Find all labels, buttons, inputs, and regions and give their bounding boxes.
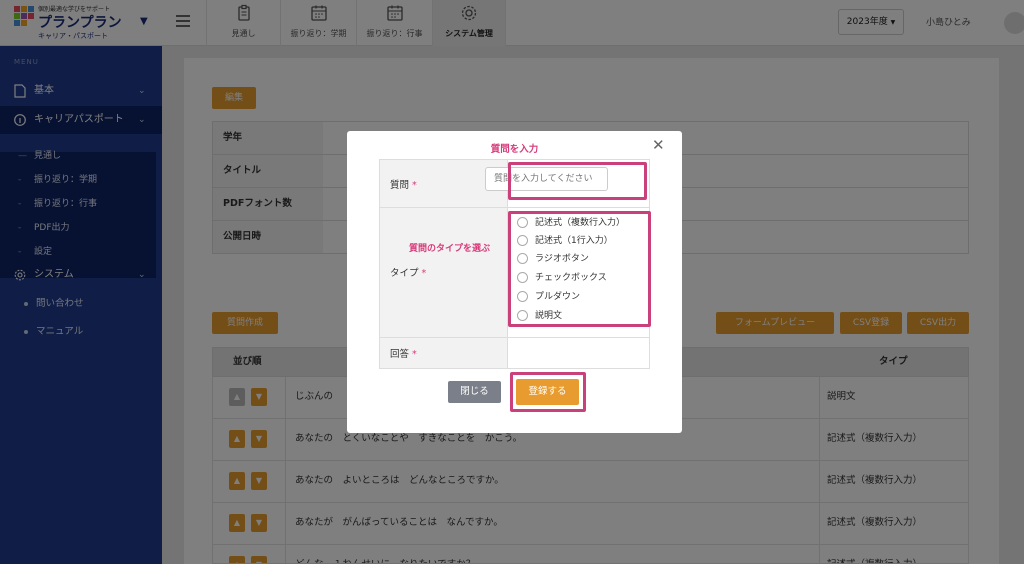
answer-value-cell[interactable] — [508, 338, 649, 368]
answer-label: 回答 * — [390, 346, 417, 360]
question-label-text: 質問 — [390, 180, 410, 191]
type-label: タイプ * — [390, 265, 426, 279]
required-mark: * — [421, 268, 427, 279]
register-button-highlight — [510, 372, 586, 412]
close-button[interactable]: 閉じる — [448, 381, 501, 403]
type-annotation: 質問のタイプを選ぶ — [409, 244, 491, 254]
question-label: 質問 * — [390, 177, 417, 191]
required-mark: * — [412, 349, 417, 360]
close-icon[interactable]: ✕ — [652, 136, 665, 154]
type-label-text: タイプ — [390, 268, 419, 279]
modal-title: 質問を入力 — [490, 144, 539, 155]
question-input-highlight — [508, 162, 647, 200]
answer-label-cell: 回答 * — [380, 338, 508, 368]
answer-label-text: 回答 — [390, 349, 410, 360]
question-modal: 質問を入力 ✕ 質問 * タイプ * 回答 * 質問のタイプを選ぶ 記述式（複数… — [347, 131, 682, 433]
type-options-highlight — [508, 211, 651, 327]
type-label-cell: タイプ * — [380, 208, 508, 338]
required-mark: * — [412, 180, 417, 191]
